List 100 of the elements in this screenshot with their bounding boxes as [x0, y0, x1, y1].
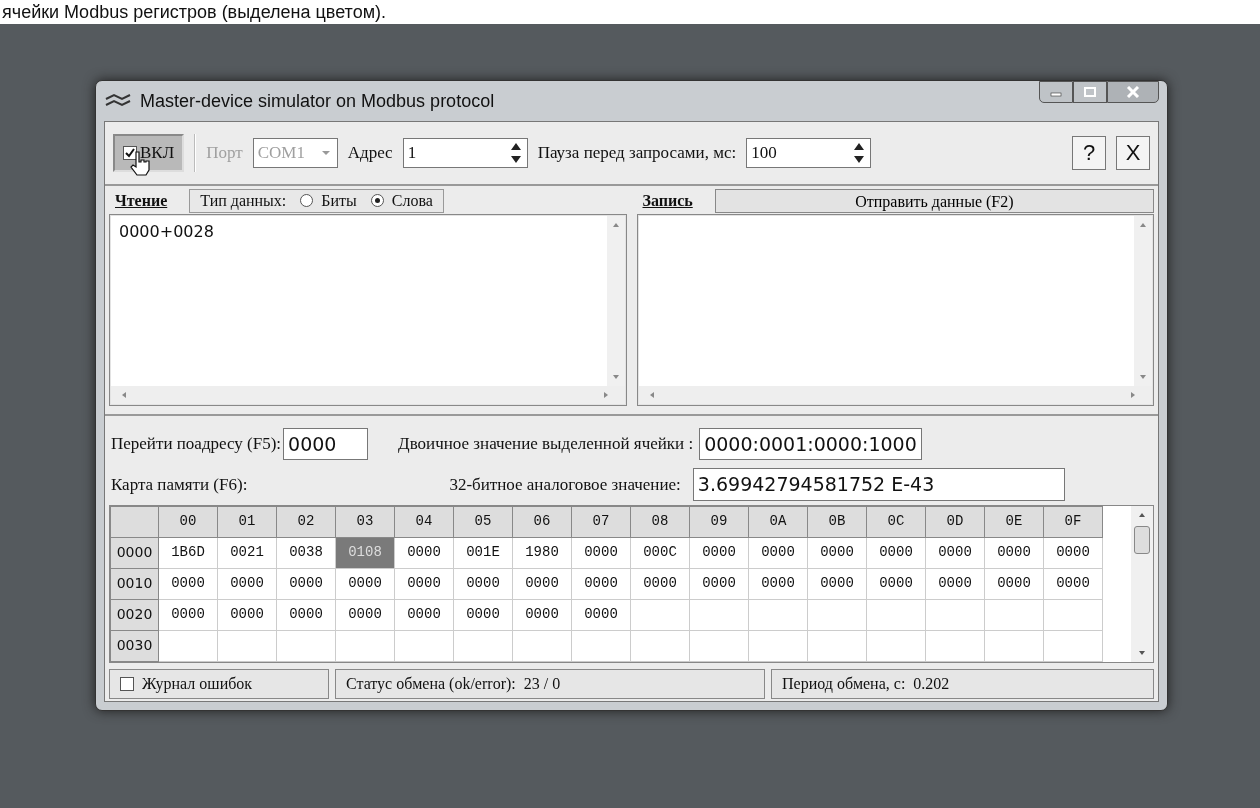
radio-option[interactable]: Биты: [300, 188, 357, 213]
help-button[interactable]: ?: [1072, 135, 1106, 170]
up-arrow-icon: [611, 221, 620, 228]
minimize-button[interactable]: [1039, 81, 1073, 103]
table-cell[interactable]: 0000: [866, 568, 926, 599]
panel-title: Запись: [641, 190, 694, 211]
close-button[interactable]: [1107, 81, 1159, 103]
table-cell[interactable]: 0000: [276, 599, 336, 630]
table-cell[interactable]: 0000: [512, 599, 572, 630]
left-arrow-icon: [648, 390, 655, 399]
column-header: 06: [512, 506, 572, 537]
table-cell[interactable]: 0000: [748, 568, 808, 599]
column-header: 00: [158, 506, 218, 537]
row-address: 0020: [110, 599, 159, 630]
table-cell[interactable]: 0000: [689, 568, 749, 599]
page-caption: ячейки Modbus регистров (выделена цветом).: [2, 2, 386, 22]
table-cell[interactable]: 0000: [158, 599, 218, 630]
left-arrow-icon: [121, 390, 127, 399]
right-arrow-icon: [1130, 390, 1136, 399]
vertical-scrollbar[interactable]: [1134, 215, 1152, 386]
radio-option[interactable]: Слова: [370, 188, 433, 213]
send-button[interactable]: Отправить данные (F2): [714, 188, 1154, 213]
table-cell[interactable]: 0000: [335, 568, 395, 599]
table-cell[interactable]: 0000: [866, 537, 926, 568]
table-cell[interactable]: 0000: [1043, 568, 1103, 599]
table-cell[interactable]: 0000: [571, 537, 631, 568]
port-label: Порт: [206, 142, 243, 164]
up-arrow-icon: [1139, 221, 1147, 228]
table-cell[interactable]: 0000: [217, 599, 277, 630]
column-header: 0D: [925, 506, 985, 537]
table-cell[interactable]: 0000: [571, 568, 631, 599]
analog-value-field[interactable]: 3.69942794581752 E-43: [692, 468, 1065, 501]
table-cell[interactable]: 1B6D: [158, 537, 218, 568]
binary-label: Двоичное значение выделенной ячейки :: [398, 433, 694, 455]
period-label: Период обмена, с:: [782, 673, 906, 695]
row-address: 0010: [110, 568, 159, 599]
vertical-scrollbar[interactable]: [1131, 505, 1153, 662]
down-arrow-icon: [611, 373, 620, 380]
table-cell[interactable]: 000C: [630, 537, 690, 568]
window-title: Master-device simulator on Modbus protocol: [140, 89, 495, 113]
table-cell[interactable]: 0000: [925, 537, 985, 568]
table-cell[interactable]: 0000: [453, 568, 513, 599]
error-log-checkbox[interactable]: Журнал ошибок: [109, 668, 329, 699]
checkbox[interactable]: [123, 145, 137, 160]
table-cell[interactable]: 0000: [394, 599, 454, 630]
table-cell[interactable]: 0000: [394, 568, 454, 599]
table-cell[interactable]: 0021: [217, 537, 277, 568]
table-cell[interactable]: 0000: [335, 599, 395, 630]
column-header: 0F: [1043, 506, 1103, 537]
table-cell[interactable]: 0000: [571, 599, 631, 630]
analog-label: 32-битное аналоговое значение:: [449, 473, 681, 496]
table-cell[interactable]: 0000: [217, 568, 277, 599]
table-cell[interactable]: 0000: [807, 537, 867, 568]
scrollbar-thumb[interactable]: [1134, 525, 1150, 554]
maximize-button[interactable]: [1073, 81, 1107, 103]
table-cell[interactable]: 0000: [807, 568, 867, 599]
table-cell[interactable]: 0000: [158, 568, 218, 599]
column-header: 03: [335, 506, 395, 537]
table-cell[interactable]: 0000: [984, 537, 1044, 568]
table-cell[interactable]: 1980: [512, 537, 572, 568]
column-header: 05: [453, 506, 513, 537]
right-arrow-icon: [602, 390, 609, 399]
table-cell[interactable]: 0000: [630, 568, 690, 599]
table-cell[interactable]: 0000: [1043, 537, 1103, 568]
vertical-scrollbar[interactable]: [606, 215, 625, 386]
table-cell[interactable]: 0000: [984, 568, 1044, 599]
table-cell[interactable]: 001E: [453, 537, 513, 568]
table-cell[interactable]: 0000: [689, 537, 749, 568]
column-header: 09: [689, 506, 749, 537]
close-button[interactable]: X: [1116, 135, 1150, 170]
table-cell[interactable]: 0000: [748, 537, 808, 568]
power-label: ВКЛ: [140, 142, 175, 164]
table-cell[interactable]: 0038: [276, 537, 336, 568]
column-header: 0C: [866, 506, 926, 537]
memory-map-label: Карта памяти (F6):: [111, 473, 248, 496]
column-header: 0A: [748, 506, 808, 537]
column-header: 04: [394, 506, 454, 537]
pause-label: Пауза перед запросами, мс:: [537, 142, 737, 164]
table-cell[interactable]: 0000: [925, 568, 985, 599]
goto-field[interactable]: 0000: [283, 427, 369, 460]
panel-title: Чтение: [114, 190, 169, 211]
table-cell[interactable]: 0000: [276, 568, 336, 599]
column-header: 0B: [807, 506, 867, 537]
pause-spinbox[interactable]: 100: [746, 137, 872, 168]
column-header: 08: [630, 506, 690, 537]
column-header: 07: [571, 506, 631, 537]
text-area-content: 0000+0028: [119, 221, 214, 241]
address-label: Адрес: [347, 142, 393, 164]
table-cell[interactable]: 0000: [453, 599, 513, 630]
column-header: 0E: [984, 506, 1044, 537]
address-spinbox[interactable]: 1: [402, 137, 528, 168]
status-value: 23 / 0: [523, 673, 561, 694]
close-icon: [1126, 86, 1140, 98]
address-value: 1: [407, 142, 417, 164]
binary-value-field[interactable]: 0000:0001:0000:1000: [699, 427, 922, 460]
table-cell[interactable]: 0000: [394, 537, 454, 568]
status-label: Статус обмена (ok/error):: [346, 673, 516, 695]
table-cell[interactable]: 0000: [512, 568, 572, 599]
row-address: 0030: [110, 630, 159, 661]
data-type-label: Тип данных:: [200, 190, 287, 212]
